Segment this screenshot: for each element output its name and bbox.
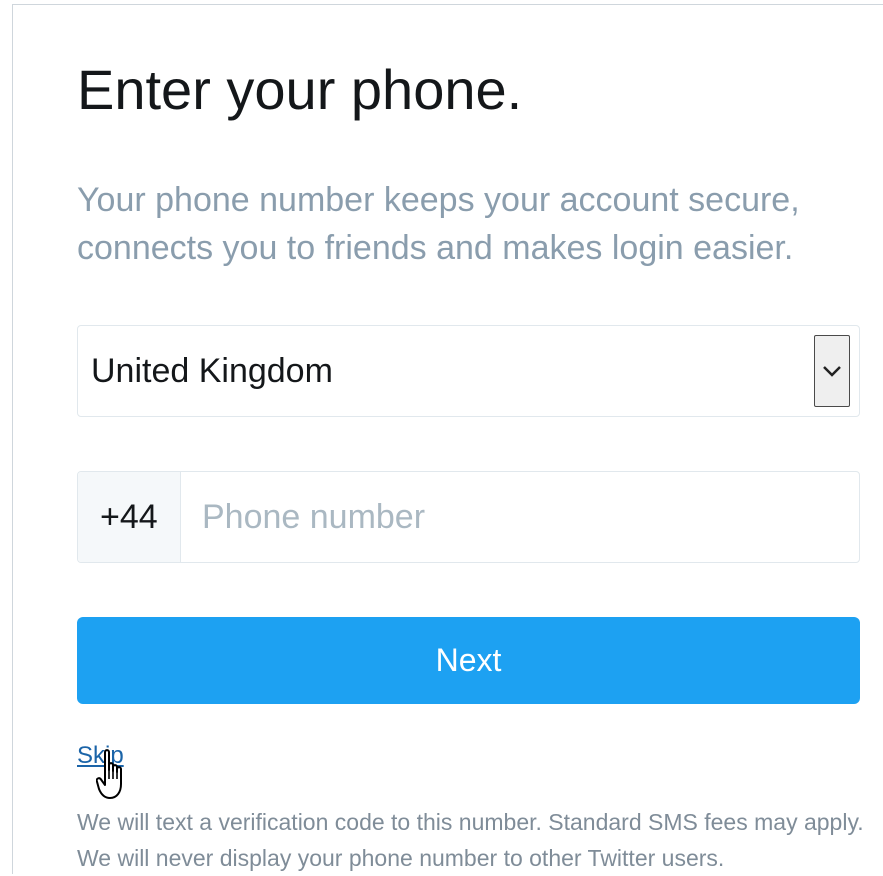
dial-code-text: +44 <box>100 498 158 536</box>
country-select[interactable]: United Kingdom <box>77 325 860 417</box>
country-dropdown-button[interactable] <box>814 335 850 407</box>
chevron-down-icon <box>823 366 841 377</box>
phone-number-group: +44 <box>77 471 860 563</box>
sms-disclaimer: We will text a verification code to this… <box>77 809 864 871</box>
page-subtitle: Your phone number keeps your account sec… <box>77 181 800 267</box>
dial-code-addon: +44 <box>78 472 181 562</box>
phone-number-input[interactable] <box>182 472 858 562</box>
next-button[interactable]: Next <box>77 617 860 704</box>
page-title: Enter your phone. <box>77 58 523 121</box>
signup-panel <box>12 4 883 874</box>
hand-pointer-cursor-icon <box>96 749 122 799</box>
country-select-value: United Kingdom <box>91 352 333 390</box>
